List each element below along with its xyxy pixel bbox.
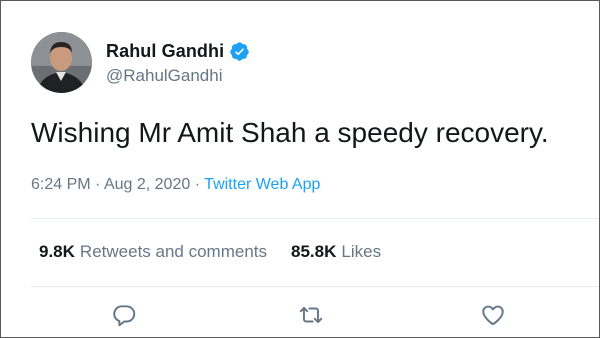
- meta-separator: ·: [194, 176, 201, 193]
- retweets-count: 9.8K: [39, 242, 75, 261]
- tweet-date[interactable]: Aug 2, 2020: [104, 176, 190, 193]
- likes-stat[interactable]: 85.8K Likes: [291, 242, 381, 262]
- author-block: Rahul Gandhi @RahulGandhi: [106, 38, 250, 86]
- tweet-card: Rahul Gandhi @RahulGandhi Wishing Mr Ami…: [0, 0, 600, 338]
- likes-count: 85.8K: [291, 242, 337, 261]
- display-name[interactable]: Rahul Gandhi: [106, 41, 224, 62]
- tweet-stats: 9.8K Retweets and comments 85.8K Likes: [39, 242, 381, 262]
- verified-badge-icon: [229, 41, 250, 62]
- tweet-time[interactable]: 6:24 PM: [31, 176, 91, 193]
- retweet-button[interactable]: [297, 301, 325, 329]
- divider: [31, 286, 599, 287]
- reply-button[interactable]: [110, 301, 138, 329]
- avatar-image: [31, 31, 92, 93]
- reply-icon: [113, 305, 136, 327]
- retweets-stat[interactable]: 9.8K Retweets and comments: [39, 242, 267, 262]
- tweet-meta: 6:24 PM · Aug 2, 2020 · Twitter Web App: [31, 176, 320, 194]
- divider: [31, 218, 599, 219]
- meta-separator: ·: [95, 176, 101, 193]
- avatar[interactable]: [31, 31, 92, 93]
- author-handle[interactable]: @RahulGandhi: [106, 66, 250, 86]
- tweet-header: Rahul Gandhi @RahulGandhi: [31, 31, 250, 93]
- tweet-actions: [1, 301, 599, 333]
- name-row: Rahul Gandhi: [106, 38, 250, 64]
- retweet-icon: [299, 306, 323, 324]
- heart-icon: [482, 305, 504, 326]
- tweet-source-link[interactable]: Twitter Web App: [204, 176, 320, 193]
- retweets-label: Retweets and comments: [79, 242, 268, 261]
- like-button[interactable]: [479, 301, 507, 329]
- tweet-text: Wishing Mr Amit Shah a speedy recovery.: [31, 117, 549, 148]
- likes-label: Likes: [341, 242, 382, 261]
